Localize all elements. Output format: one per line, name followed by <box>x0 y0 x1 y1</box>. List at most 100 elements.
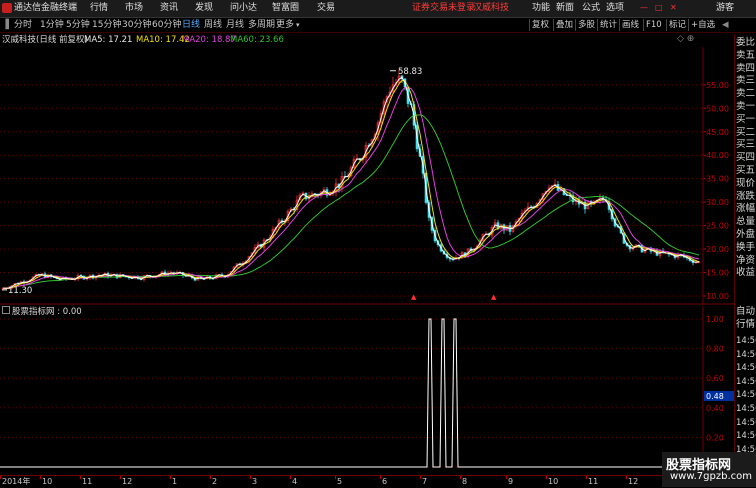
price-tick-label: 45.00 <box>706 128 729 137</box>
date-tick-mark <box>120 476 121 479</box>
period-intraday[interactable]: 分时 <box>14 19 32 31</box>
menu-trade[interactable]: 交易 <box>317 2 335 14</box>
period-daily[interactable]: 日线 <box>182 19 200 31</box>
price-tick-label: 15.00 <box>706 269 729 278</box>
date-tick-label: 5 <box>337 477 343 486</box>
date-tick-label: 2 <box>212 477 218 486</box>
menu-news[interactable]: 资讯 <box>160 2 178 14</box>
date-tick-mark <box>626 476 627 479</box>
date-tick-label: 7 <box>422 477 428 486</box>
date-tick-label: 12 <box>628 477 639 486</box>
minimize-icon[interactable]: — <box>640 2 648 14</box>
menu-zhifu-circle[interactable]: 智富圈 <box>272 2 299 14</box>
period-weekly[interactable]: 周线 <box>204 19 222 31</box>
menu-ask-xiaoda[interactable]: 问小达 <box>230 2 257 14</box>
indicator-toggle-icon[interactable] <box>2 306 10 314</box>
mark-button[interactable]: 标记 <box>666 19 686 31</box>
more-dropdown-icon[interactable]: ▾ <box>296 19 300 31</box>
login-notice[interactable]: 证券交易未登录 <box>412 2 475 14</box>
app-logo-icon <box>2 3 12 13</box>
ma10-line <box>2 79 700 289</box>
date-tick-label: 4 <box>292 477 298 486</box>
date-tick-mark <box>40 476 41 479</box>
date-tick-label: 11 <box>588 477 599 486</box>
ma20-line <box>2 86 700 289</box>
close-icon[interactable]: ✕ <box>670 2 677 14</box>
price-tick-label: 25.00 <box>706 222 729 231</box>
menu-formula[interactable]: 公式 <box>582 2 600 14</box>
menu-market[interactable]: 市场 <box>125 2 143 14</box>
date-tick-label: 12 <box>122 477 133 486</box>
date-tick-mark <box>506 476 507 479</box>
quote-side-panel: 委比 卖五 卖四 卖三 卖二 卖一 买一 买二 买三 买四 买五 现价 涨跌 涨幅 总量 外盘 换手 净资 收益 自动… <box>734 34 756 487</box>
date-tick-label: 2014年 <box>2 477 31 486</box>
panel-row-label: 净资 <box>736 254 756 266</box>
date-tick-label: 10 <box>548 477 559 486</box>
menu-new-page[interactable]: 新面 <box>556 2 574 14</box>
panel-row-label: 涨幅 <box>736 203 756 215</box>
candlestick-chart[interactable]: 55.00 50.00 45.00 40.00 35.00 30.00 25.00 20.00… <box>0 47 734 305</box>
date-tick-mark <box>420 476 421 479</box>
date-tick-mark <box>546 476 547 479</box>
indicator-title: 股票指标网 : 0.00 <box>2 306 82 318</box>
f10-button[interactable]: F10 <box>643 19 662 31</box>
panel-row-label: 买三 <box>736 139 756 151</box>
overlay-button[interactable]: 叠加 <box>553 19 573 31</box>
panel-row-label: 外盘 <box>736 229 756 240</box>
ma60-value: MA60: 23.66 <box>230 35 284 45</box>
site-watermark: 股票指标网 www.7gpzb.com <box>662 452 756 487</box>
statistics-button[interactable]: 统计 <box>597 19 617 31</box>
menu-quotes[interactable]: 行情 <box>90 2 108 14</box>
chart-settings-icon[interactable]: ◇ ⊕ <box>677 34 694 44</box>
date-tick-label: 1 <box>172 477 178 486</box>
period-1min[interactable]: 1分钟 <box>40 19 64 31</box>
quote-tab[interactable]: 行情 <box>736 319 755 331</box>
ma5-value: MA5: 17.21 <box>84 35 133 45</box>
auto-tab[interactable]: 自动 <box>736 306 755 318</box>
period-more[interactable]: 更多 <box>276 19 294 31</box>
period-multi[interactable]: 多周期 <box>248 19 275 31</box>
ma5-line <box>2 76 700 289</box>
panel-row-label: 买四 <box>736 152 756 164</box>
price-tick-label: 30.00 <box>706 198 729 207</box>
indicator-line <box>0 318 703 468</box>
date-tick-mark <box>250 476 251 479</box>
draw-line-button[interactable]: 画线 <box>619 19 639 31</box>
date-tick-label: 3 <box>252 477 258 486</box>
date-tick-mark <box>170 476 171 479</box>
period-monthly[interactable]: 月线 <box>226 19 244 31</box>
menu-function[interactable]: 功能 <box>532 2 550 14</box>
panel-row-label: 买一 <box>736 113 756 125</box>
back-arrow-icon[interactable]: ◀ <box>720 19 729 31</box>
price-tick-label: 50.00 <box>706 104 729 113</box>
date-tick-mark <box>0 476 1 479</box>
trade-time: 14:56 <box>736 349 756 360</box>
period-15min[interactable]: 15分钟 <box>92 19 121 31</box>
toolbar-collapse-icon[interactable]: ▐ <box>2 19 9 31</box>
menu-discover[interactable]: 发现 <box>195 2 213 14</box>
date-tick-label: 10 <box>42 477 53 486</box>
panel-row-label: 收益 <box>736 267 756 279</box>
title-bar: 通达信金融终端 行情 市场 资讯 发现 问小达 智富圈 交易 证券交易未登录 汉… <box>0 0 756 18</box>
adjust-button[interactable]: 复权 <box>529 19 549 31</box>
period-60min[interactable]: 60分钟 <box>152 19 181 31</box>
title-stock-name: 汉威科技 <box>473 3 510 13</box>
multi-stock-button[interactable]: 多股 <box>575 19 595 31</box>
trade-time: 14:56 <box>736 404 756 414</box>
panel-row-label: 现价 <box>736 177 756 189</box>
trade-time: 14:56 <box>736 431 756 442</box>
maximize-icon[interactable]: □ <box>655 2 663 14</box>
period-30min[interactable]: 30分钟 <box>122 19 151 31</box>
user-label[interactable]: 游客 <box>716 2 734 14</box>
ma20-value: MA20: 18.87 <box>182 35 236 45</box>
panel-row-label: 总量 <box>736 216 756 228</box>
date-tick-label: 8 <box>462 477 468 486</box>
app-name: 通达信金融终端 <box>14 3 78 13</box>
menu-options[interactable]: 选项 <box>606 2 624 14</box>
period-5min[interactable]: 5分钟 <box>66 19 90 31</box>
indicator-chart[interactable]: 0.48 1.000.800.600.400.200.00 <box>0 306 734 475</box>
indicator-tick-label: 1.00 <box>706 315 724 324</box>
trade-time: 14:56 <box>736 363 756 374</box>
add-favorite-button[interactable]: +自选 <box>688 19 715 31</box>
indicator-name: 股票指标网 : 0.00 <box>12 307 82 317</box>
